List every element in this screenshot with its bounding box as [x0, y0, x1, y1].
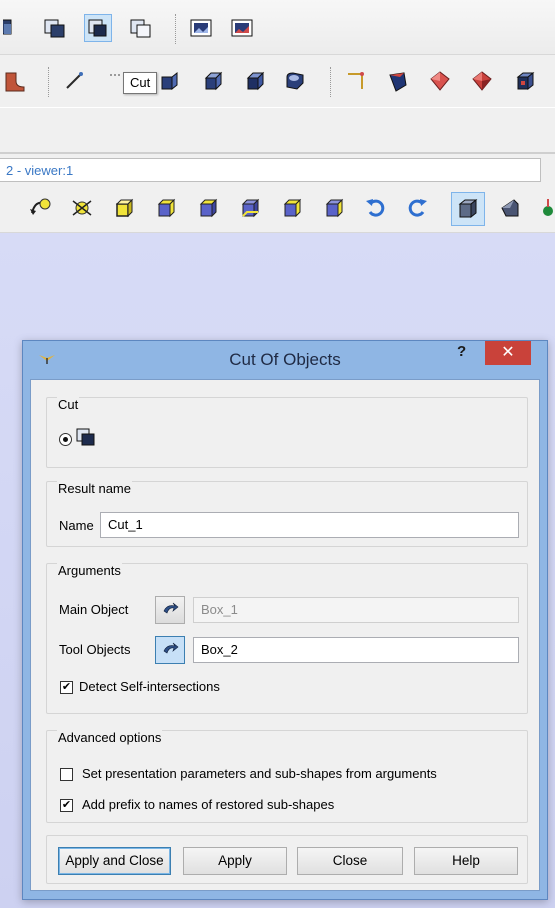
dialog-title-bar[interactable]: Cut Of Objects ? ✕ — [23, 341, 547, 379]
face-icon[interactable] — [384, 67, 412, 95]
image-2-icon[interactable] — [228, 14, 256, 42]
tool-objects-select-button[interactable] — [155, 636, 185, 664]
extrusion-icon[interactable] — [156, 67, 184, 95]
boolean-cut-active-icon[interactable] — [84, 14, 112, 42]
name-label: Name — [59, 518, 94, 533]
trihedron-icon[interactable] — [535, 194, 555, 222]
add-prefix-label: Add prefix to names of restored sub-shap… — [82, 797, 335, 812]
wireframe-icon[interactable] — [495, 194, 523, 222]
cut-group-title: Cut — [57, 397, 80, 412]
tooltip: Cut — [123, 72, 158, 94]
edge-icon[interactable] — [342, 67, 370, 95]
main-object-select-button[interactable] — [155, 596, 185, 624]
help-button[interactable]: Help — [414, 847, 518, 875]
result-name-group-title: Result name — [57, 481, 132, 496]
rotate-cw-icon[interactable] — [403, 194, 431, 222]
toolbar-boolean — [0, 0, 555, 55]
tool-objects-label: Tool Objects — [59, 642, 131, 657]
view-top-icon[interactable] — [194, 194, 222, 222]
main-object-field: Box_1 — [193, 597, 519, 623]
arguments-group: Arguments Main Object Box_1 Tool Objects… — [46, 563, 528, 714]
fillet-icon[interactable] — [2, 67, 30, 95]
boolean-cut-icon — [76, 428, 95, 446]
boolean-fuse-icon[interactable] — [127, 14, 155, 42]
advanced-options-group: Advanced options Set presentation parame… — [46, 730, 528, 823]
shell-icon[interactable] — [281, 67, 309, 95]
toolbar-generation — [0, 55, 555, 107]
solid-icon[interactable] — [468, 67, 496, 95]
select-arrow-icon — [163, 602, 179, 614]
view-left-icon[interactable] — [278, 194, 306, 222]
arguments-group-title: Arguments — [57, 563, 122, 578]
add-prefix-checkbox[interactable]: ✔ — [60, 799, 73, 812]
select-arrow-icon — [163, 642, 179, 654]
cut-group: Cut — [46, 397, 528, 468]
help-icon[interactable]: ? — [457, 343, 466, 360]
detect-self-intersections-checkbox[interactable]: ✔ — [60, 681, 73, 694]
rotate-ccw-icon[interactable] — [362, 194, 390, 222]
toolbar-empty-row — [0, 108, 555, 154]
dialog-buttons-group: Apply and Close Apply Close Help — [46, 835, 528, 884]
name-field[interactable]: Cut_1 — [100, 512, 519, 538]
compound-icon[interactable] — [512, 67, 540, 95]
line-icon[interactable] — [60, 67, 88, 95]
close-button[interactable]: Close — [297, 847, 403, 875]
tab-viewer-label: 2 - viewer:1 — [6, 163, 74, 178]
detect-self-intersections-label: Detect Self-intersections — [79, 679, 220, 694]
boolean-cut-icon[interactable] — [41, 14, 69, 42]
apply-button[interactable]: Apply — [183, 847, 287, 875]
view-front-icon[interactable] — [110, 194, 138, 222]
rotate-icon[interactable] — [68, 194, 96, 222]
toolbar-separator — [175, 14, 176, 44]
close-icon[interactable]: ✕ — [485, 341, 531, 365]
main-object-label: Main Object — [59, 602, 129, 617]
view-right-icon[interactable] — [320, 194, 348, 222]
view-bottom-icon[interactable] — [236, 194, 264, 222]
apply-and-close-button[interactable]: Apply and Close — [58, 847, 171, 875]
boolean-common-icon[interactable] — [0, 14, 28, 42]
shell-2-icon[interactable] — [426, 67, 454, 95]
image-icon[interactable] — [187, 14, 215, 42]
advanced-options-group-title: Advanced options — [57, 730, 163, 745]
presentation-params-label: Set presentation parameters and sub-shap… — [82, 766, 437, 781]
dialog-body: Cut Result name Name Cut_1 Arguments Mai… — [30, 379, 540, 891]
cut-operation-radio[interactable] — [59, 433, 72, 446]
shading-icon[interactable] — [451, 192, 485, 226]
pan-icon[interactable] — [26, 194, 54, 222]
revolution-icon[interactable] — [199, 67, 227, 95]
pipe-icon[interactable] — [241, 67, 269, 95]
tab-viewer[interactable]: 2 - viewer:1 — [0, 158, 541, 182]
toolbar-separator — [48, 67, 49, 97]
cut-of-objects-dialog: Cut Of Objects ? ✕ Cut Result name Name … — [22, 340, 548, 900]
result-name-group: Result name Name Cut_1 — [46, 481, 528, 547]
presentation-params-checkbox[interactable] — [60, 768, 73, 781]
viewer-tab-bar: 2 - viewer:1 — [0, 154, 555, 184]
view-back-icon[interactable] — [152, 194, 180, 222]
tool-objects-field[interactable]: Box_2 — [193, 637, 519, 663]
toolbar-separator — [330, 67, 331, 97]
viewer-toolbar — [0, 184, 555, 233]
dialog-title: Cut Of Objects — [229, 350, 341, 369]
